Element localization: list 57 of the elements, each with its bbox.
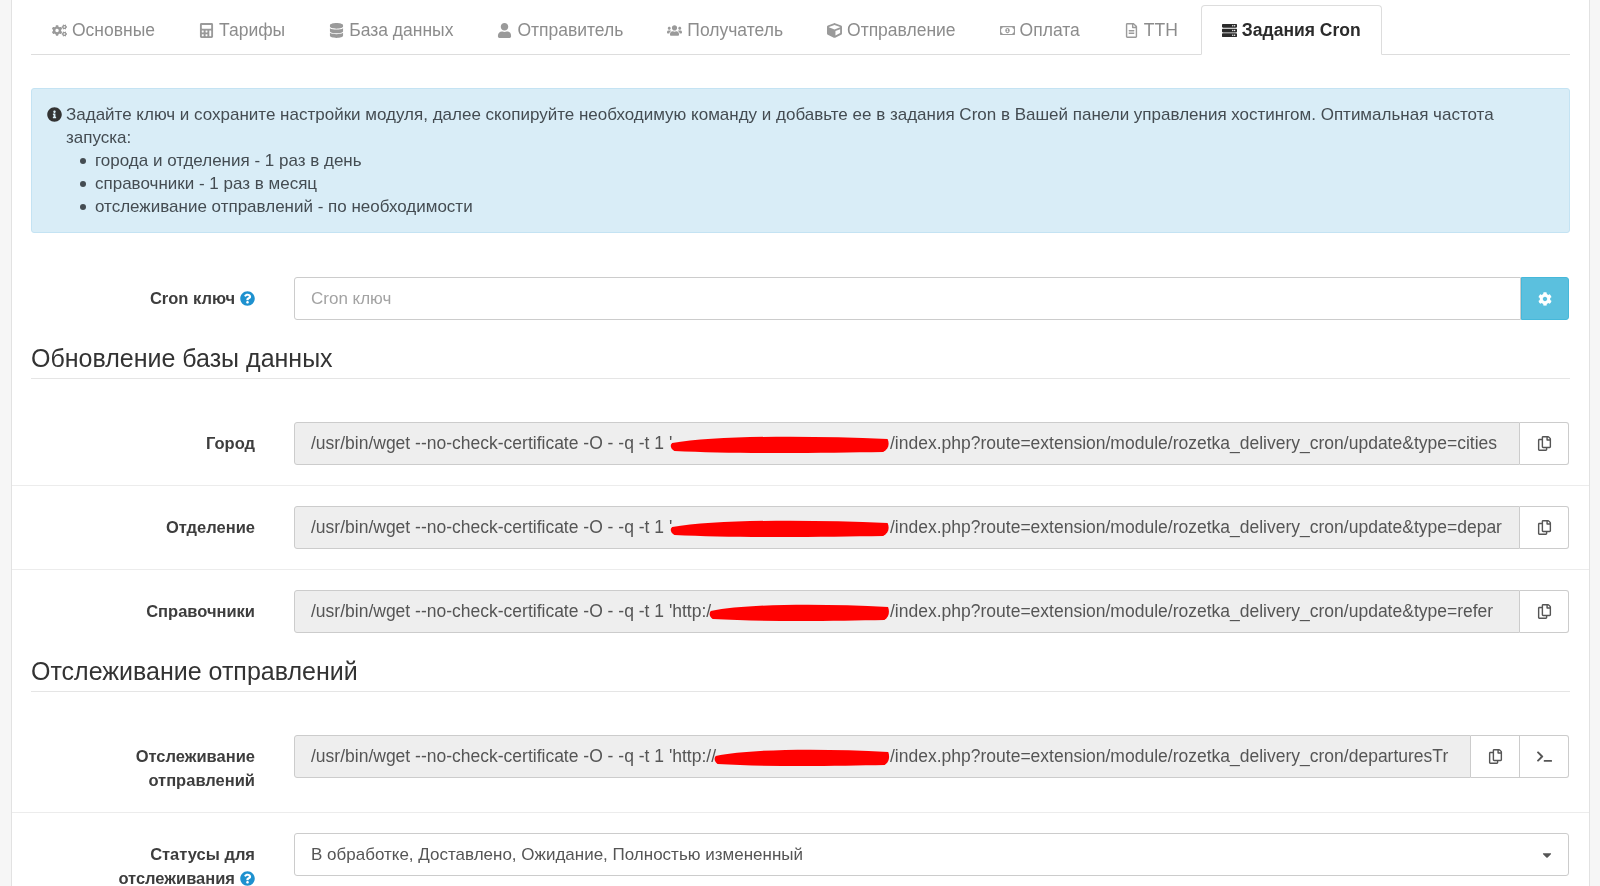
command-text: /usr/bin/wget --no-check-certificate -O - -q -t 1 ' (311, 433, 673, 454)
user-icon (497, 22, 513, 38)
cron-key-input[interactable]: Cron ключ (294, 277, 1521, 320)
field-label: Отделение (165, 518, 255, 536)
field-label: Cron ключ (149, 289, 235, 307)
terminal-icon (1536, 749, 1552, 764)
copy-button[interactable] (1520, 422, 1569, 465)
copy-icon (1487, 749, 1503, 764)
tab[interactable]: Отправитель (476, 5, 645, 55)
command-field[interactable]: /usr/bin/wget --no-check-certificate -O - -q -t 1 'http:/ /index.php?route=extension/module/rozetka_delivery_cron/update&type=refer (294, 590, 1520, 633)
tab[interactable]: База данных (308, 5, 475, 55)
gears-icon (52, 22, 67, 38)
users-icon (667, 22, 683, 38)
list-item-text: отслеживание отправлений - по необходимости (95, 196, 473, 218)
field-label: Справочники (146, 602, 255, 620)
info-icon (47, 107, 62, 122)
calculator-icon (199, 22, 215, 38)
bullet-icon (80, 203, 86, 210)
command-text: /index.php?route=extension/module/rozetka_delivery_cron/departuresTr (890, 746, 1449, 767)
field-label: Отслеживание отправлений (135, 747, 255, 789)
tab[interactable]: Получатель (646, 5, 804, 55)
copy-icon (1536, 436, 1552, 451)
command-field[interactable]: /usr/bin/wget --no-check-certificate -O - -q -t 1 ' /index.php?route=extension/module/rozetka_delivery_cron/update&type=depar (294, 506, 1520, 549)
tab[interactable]: Задания Cron (1200, 5, 1382, 55)
copy-icon (1536, 520, 1552, 535)
copy-button[interactable] (1471, 735, 1520, 778)
bullet-icon (80, 157, 86, 164)
command-text: /index.php?route=extension/module/rozetka_delivery_cron/update&type=refer (890, 601, 1494, 622)
document-icon (1123, 22, 1139, 38)
command-text: /usr/bin/wget --no-check-certificate -O - -q -t 1 'http:// (311, 746, 716, 767)
gear-icon (1538, 291, 1552, 306)
database-icon (329, 22, 345, 38)
field-label: Город (205, 434, 255, 452)
command-text: /usr/bin/wget --no-check-certificate -O - -q -t 1 ' (311, 517, 673, 538)
copy-icon (1536, 604, 1552, 619)
section-heading: Отслеживание отправлений (31, 653, 1570, 692)
status-select[interactable]: В обработке, Доставлено, Ожидание, Полностью измененный (294, 833, 1569, 876)
command-text: /usr/bin/wget --no-check-certificate -O - -q -t 1 'http:/ (311, 601, 712, 622)
tab[interactable]: Оплата (978, 5, 1101, 55)
list-item-text: справочники - 1 раз в месяц (95, 173, 318, 195)
tab[interactable]: ТТН (1102, 5, 1199, 55)
copy-button[interactable] (1520, 506, 1569, 549)
tab[interactable]: Отправление (806, 5, 977, 55)
section-heading: Обновление базы данных (31, 340, 1570, 379)
server-icon (1221, 22, 1237, 38)
tab[interactable]: Основные (31, 5, 177, 55)
alert-text: Задайте ключ и сохраните настройки модуля, далее скопируйте необходимую команду и добавьте ее в задания Cron в Вашей панели управления хостингом. Оптимальная частота запуска: (66, 104, 1495, 149)
command-field[interactable]: /usr/bin/wget --no-check-certificate -O - -q -t 1 'http:// /index.php?route=extension/module/rozetka_delivery_cron/departuresTr (294, 735, 1471, 778)
list-item-text: города и отделения - 1 раз в день (95, 150, 362, 172)
command-text: /index.php?route=extension/module/rozetka_delivery_cron/update&type=depar (890, 517, 1502, 538)
field-label: Статусы для отслеживания (118, 845, 255, 886)
command-text: /index.php?route=extension/module/rozetka_delivery_cron/update&type=cities (890, 433, 1498, 454)
copy-button[interactable] (1520, 590, 1569, 633)
bullet-icon (80, 180, 86, 187)
cube-icon (827, 22, 842, 38)
command-field[interactable]: /usr/bin/wget --no-check-certificate -O - -q -t 1 ' /index.php?route=extension/module/rozetka_delivery_cron/update&type=cities (294, 422, 1520, 465)
tab[interactable]: Тарифы (178, 5, 307, 55)
